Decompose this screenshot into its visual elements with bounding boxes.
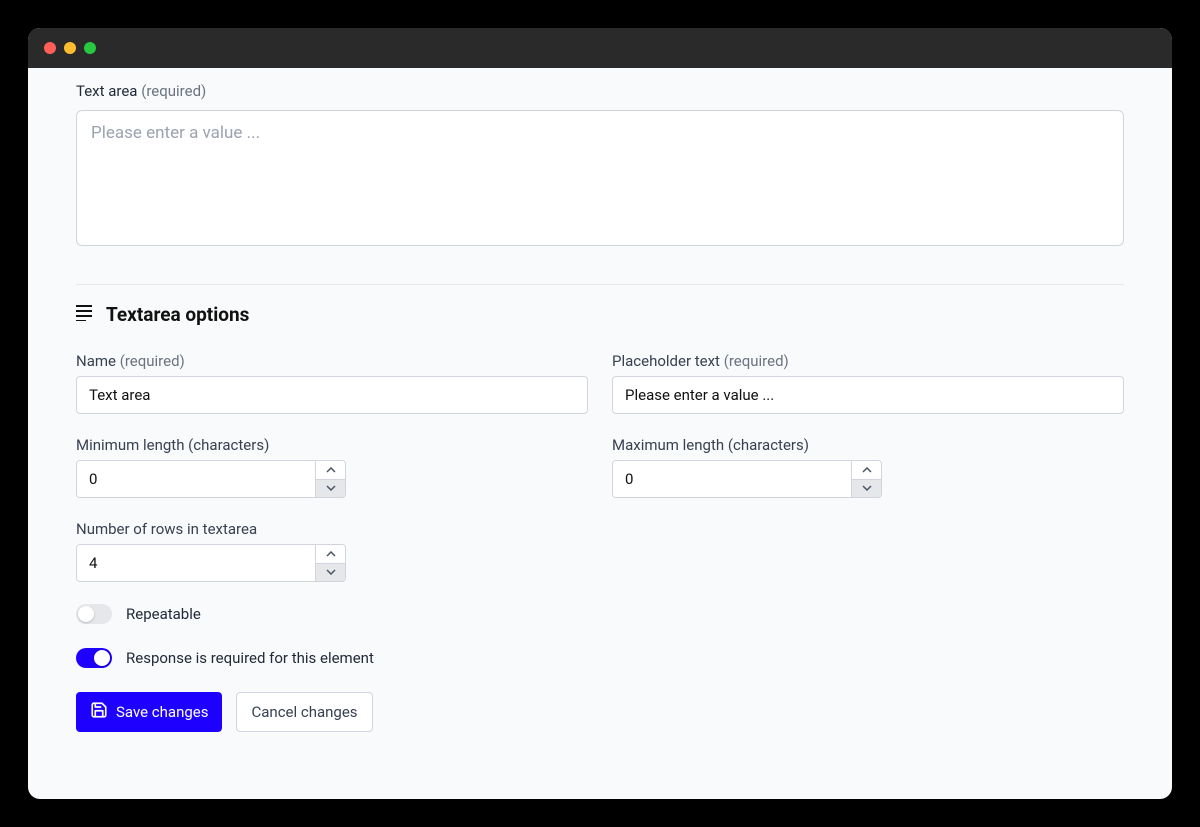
options-header: Textarea options [76, 303, 1124, 326]
options-title: Textarea options [106, 303, 249, 326]
name-label-row: Name (required) [76, 352, 588, 370]
repeatable-label: Repeatable [126, 605, 201, 623]
min-length-label: Minimum length (characters) [76, 436, 588, 454]
repeatable-row: Repeatable [76, 604, 1124, 624]
name-input[interactable] [76, 376, 588, 414]
max-length-stepper [612, 460, 882, 498]
max-length-up[interactable] [852, 461, 881, 480]
preview-label: Text area [76, 82, 137, 100]
min-length-spin [315, 461, 345, 497]
required-label: Response is required for this element [126, 649, 374, 667]
rows-up[interactable] [316, 545, 345, 564]
window-titlebar [28, 28, 1172, 68]
lines-icon [76, 305, 94, 325]
cancel-button[interactable]: Cancel changes [236, 692, 372, 732]
min-length-down[interactable] [316, 480, 345, 498]
cancel-button-label: Cancel changes [251, 703, 357, 721]
placeholder-input[interactable] [612, 376, 1124, 414]
preview-textarea[interactable] [76, 110, 1124, 246]
max-length-down[interactable] [852, 480, 881, 498]
window-minimize-icon[interactable] [64, 42, 76, 54]
rows-group: Number of rows in textarea [76, 520, 346, 582]
name-required-tag: (required) [120, 352, 185, 370]
window-maximize-icon[interactable] [84, 42, 96, 54]
name-group: Name (required) [76, 352, 588, 414]
button-row: Save changes Cancel changes [76, 692, 1124, 732]
preview-label-row: Text area (required) [76, 82, 1124, 100]
max-length-input[interactable] [613, 461, 851, 497]
placeholder-label: Placeholder text [612, 352, 720, 370]
rows-spin [315, 545, 345, 581]
repeatable-toggle[interactable] [76, 604, 112, 624]
rows-input[interactable] [77, 545, 315, 581]
options-grid: Name (required) Placeholder text (requir… [76, 352, 1124, 498]
placeholder-required-tag: (required) [724, 352, 789, 370]
save-button[interactable]: Save changes [76, 692, 222, 732]
min-length-group: Minimum length (characters) [76, 436, 588, 498]
required-row: Response is required for this element [76, 648, 1124, 668]
app-window: Text area (required) Textarea options Na… [28, 28, 1172, 799]
section-divider [76, 284, 1124, 285]
min-length-input[interactable] [77, 461, 315, 497]
min-length-stepper [76, 460, 346, 498]
placeholder-group: Placeholder text (required) [612, 352, 1124, 414]
placeholder-label-row: Placeholder text (required) [612, 352, 1124, 370]
window-close-icon[interactable] [44, 42, 56, 54]
max-length-group: Maximum length (characters) [612, 436, 1124, 498]
rows-down[interactable] [316, 564, 345, 582]
rows-label: Number of rows in textarea [76, 520, 346, 538]
content-area: Text area (required) Textarea options Na… [28, 68, 1172, 752]
max-length-spin [851, 461, 881, 497]
name-label: Name [76, 352, 116, 370]
preview-required-tag: (required) [141, 82, 206, 100]
rows-stepper [76, 544, 346, 582]
min-length-up[interactable] [316, 461, 345, 480]
max-length-label: Maximum length (characters) [612, 436, 1124, 454]
save-icon [90, 701, 108, 723]
save-button-label: Save changes [116, 703, 208, 721]
required-toggle[interactable] [76, 648, 112, 668]
